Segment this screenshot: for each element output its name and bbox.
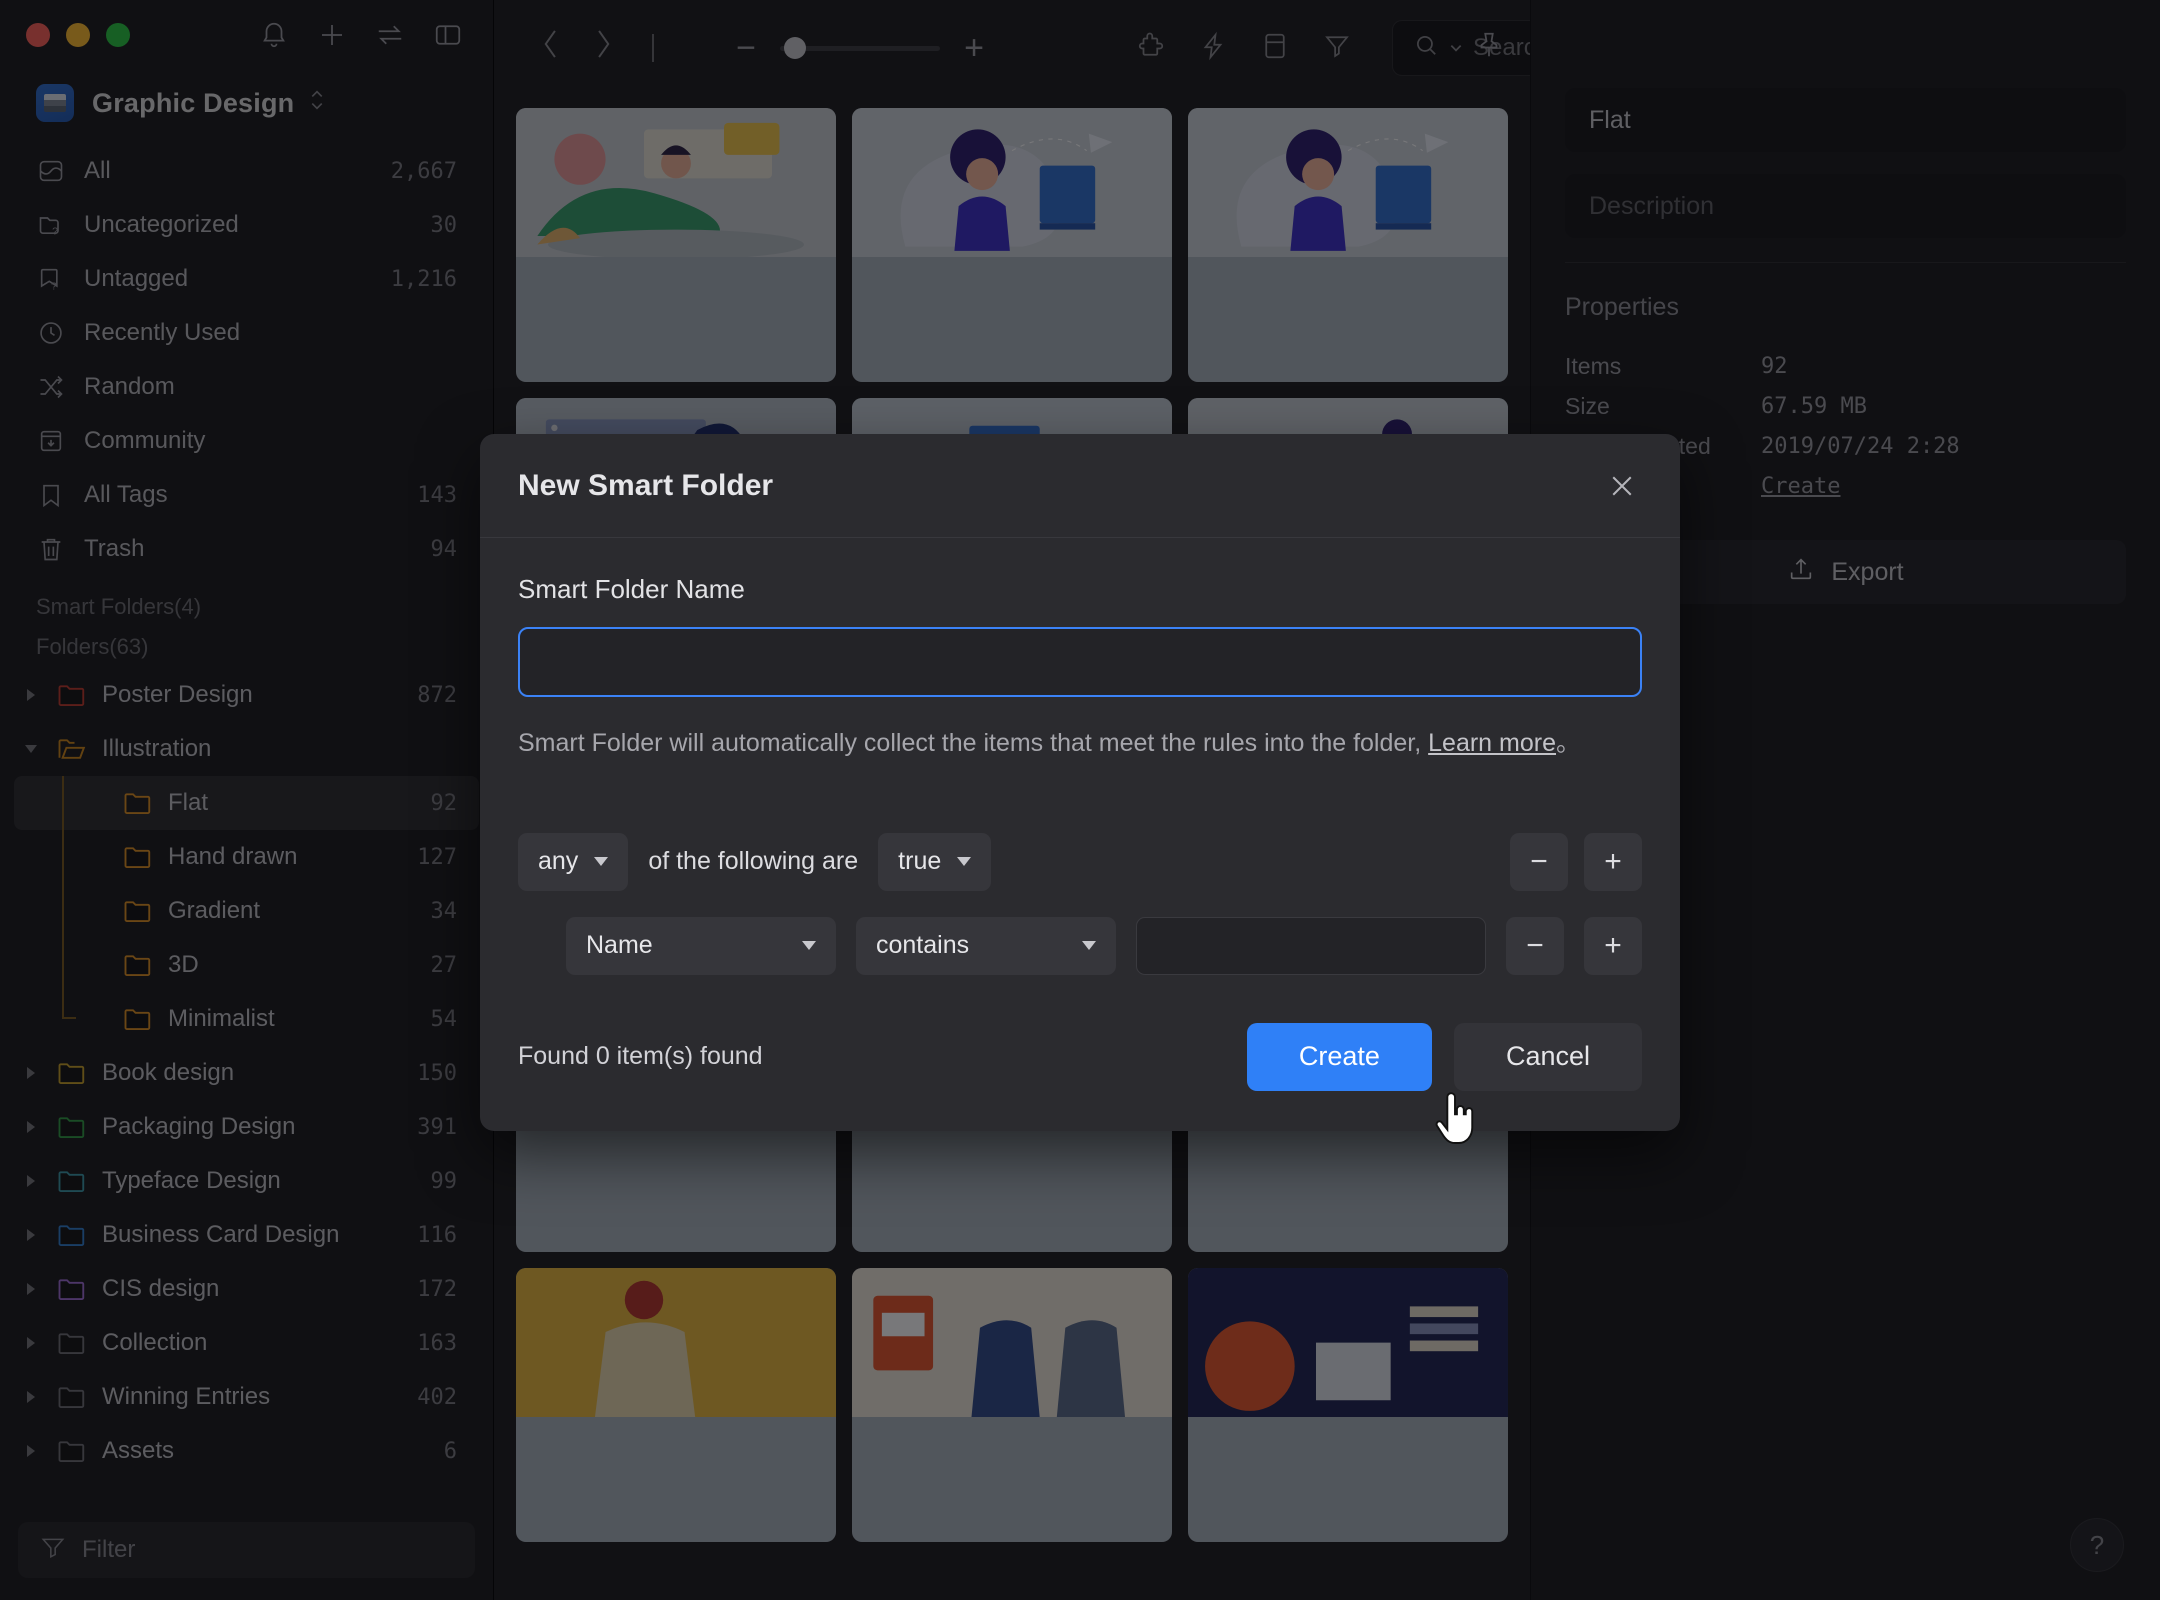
learn-more-link[interactable]: Learn more — [1428, 729, 1556, 757]
match-scope-dropdown[interactable]: any — [518, 832, 629, 891]
chevron-down-icon — [802, 941, 816, 950]
smart-folder-name-input[interactable] — [518, 627, 1642, 697]
rule-field-value: Name — [586, 931, 653, 959]
rule-condition-row: Name contains − + — [518, 916, 1642, 975]
add-group-button[interactable]: + — [1584, 832, 1642, 891]
remove-rule-button[interactable]: − — [1506, 916, 1564, 975]
hint-text: Smart Folder will automatically collect … — [518, 729, 1422, 757]
smart-folder-name-label: Smart Folder Name — [518, 574, 745, 604]
chevron-down-icon — [957, 857, 972, 866]
close-icon[interactable] — [1602, 466, 1642, 506]
create-button[interactable]: Create — [1246, 1022, 1432, 1091]
app-window: Graphic Design All2,667?Uncategorized30?… — [0, 0, 2160, 1600]
rule-match-row: any of the following are true − + — [518, 832, 1642, 891]
chevron-down-icon — [594, 857, 609, 866]
chevron-down-icon — [1082, 941, 1096, 950]
rule-field-dropdown[interactable]: Name — [566, 916, 836, 975]
match-truth-dropdown[interactable]: true — [878, 832, 992, 891]
match-scope-value: any — [538, 847, 579, 875]
dialog-hint: Smart Folder will automatically collect … — [518, 725, 1642, 763]
match-middle-text: of the following are — [648, 847, 859, 875]
new-smart-folder-dialog: New Smart Folder Smart Folder Name Smart… — [480, 434, 1680, 1131]
dialog-title: New Smart Folder — [518, 468, 774, 502]
rule-operator-value: contains — [876, 931, 970, 959]
add-rule-button[interactable]: + — [1584, 916, 1642, 975]
match-truth-value: true — [898, 847, 942, 875]
dialog-header: New Smart Folder — [480, 434, 1680, 538]
group-row-actions: − + — [1510, 832, 1642, 891]
dialog-body: Smart Folder Name Smart Folder will auto… — [480, 538, 1680, 975]
rule-value-input[interactable] — [1136, 916, 1486, 975]
rule-operator-dropdown[interactable]: contains — [856, 916, 1116, 975]
remove-group-button[interactable]: − — [1510, 832, 1568, 891]
cancel-button[interactable]: Cancel — [1453, 1022, 1642, 1091]
hint-tail: 。 — [1556, 729, 1582, 757]
dialog-footer: Found 0 item(s) found Create Cancel — [480, 975, 1680, 1131]
found-items-status: Found 0 item(s) found — [518, 1042, 763, 1070]
